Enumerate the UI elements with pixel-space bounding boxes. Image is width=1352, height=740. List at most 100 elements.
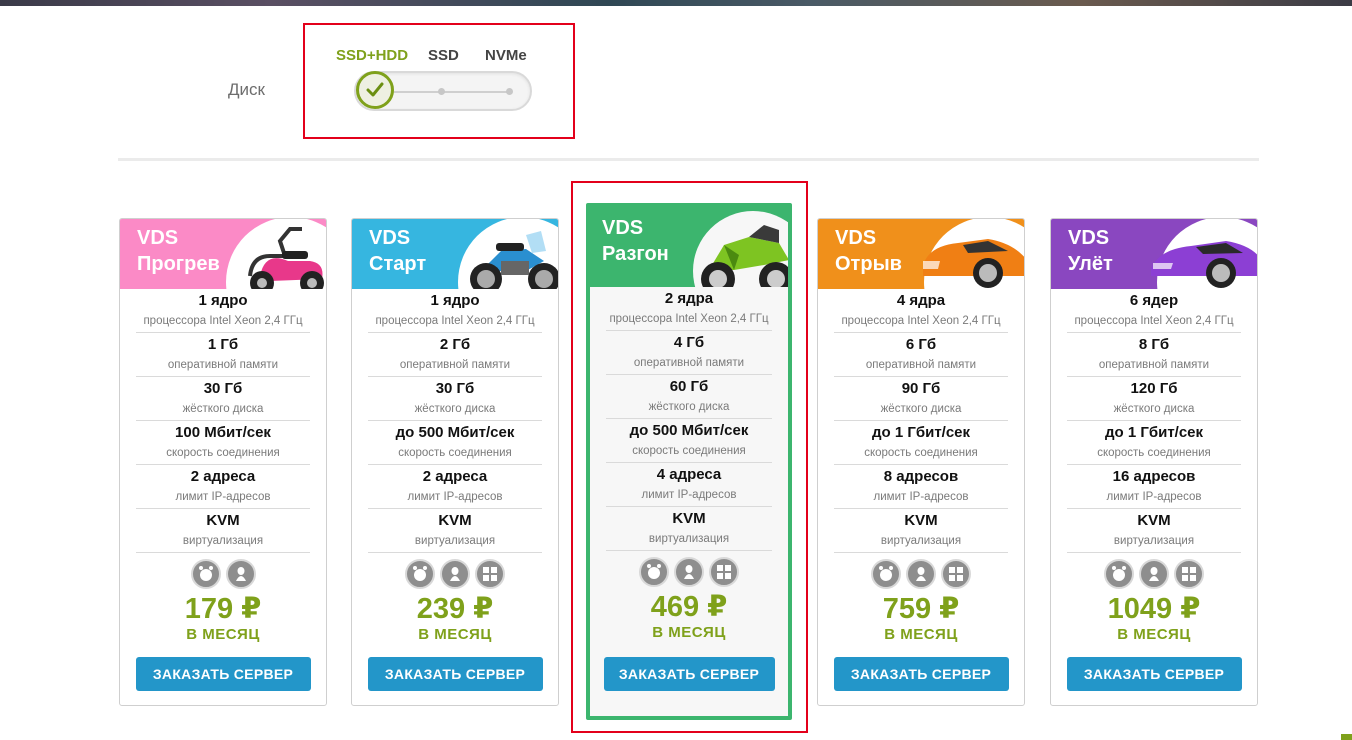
plan-title-line1: VDS [369,227,411,249]
slider-stop-ssd[interactable] [438,88,445,95]
spec-disk-value: 60 Гб [669,378,709,395]
spec-ip-label: лимит IP-адресов [407,491,503,503]
spec-cpu-label: процессора Intel Xeon 2,4 ГГц [375,315,535,327]
spec-cpu-value: 2 ядра [664,290,714,307]
spec-ip-value: 4 адреса [656,466,722,483]
spec-speed-label: скорость соединения [864,447,978,459]
price-period: В МЕСЯЦ [186,626,260,643]
disk-option-ssd[interactable]: SSD [428,47,459,64]
spec-ip-label: лимит IP-адресов [641,489,737,501]
spec-speed: до 500 Мбит/сек скорость соединения [368,421,542,465]
spec-disk: 120 Гб жёсткого диска [1067,377,1241,421]
spec-virtualization-label: виртуализация [414,535,496,547]
spec-ip-label: лимит IP-адресов [175,491,271,503]
slider-stop-nvme[interactable] [506,88,513,95]
spec-speed-value: до 500 Мбит/сек [629,422,749,439]
spec-disk-label: жёсткого диска [880,403,962,415]
freebsd-icon [405,559,435,589]
disk-type-slider[interactable] [354,71,532,111]
spec-virtualization: KVM виртуализация [606,507,772,551]
price-period: В МЕСЯЦ [884,626,958,643]
spec-ip-value: 16 адресов [1112,468,1196,485]
plan-specs: 1 ядро процессора Intel Xeon 2,4 ГГц 1 Гб о… [120,289,326,553]
os-icons [590,557,788,587]
freebsd-icon [639,557,669,587]
spec-disk-value: 30 Гб [435,380,475,397]
plan-title-line1: VDS [835,227,877,249]
spec-cpu-value: 1 ядро [430,292,480,309]
plan-title-line1: VDS [602,217,644,239]
spec-speed-label: скорость соединения [1097,447,1211,459]
disk-option-ssd-hdd[interactable]: SSD+HDD [336,47,408,64]
spec-ip: 4 адреса лимит IP-адресов [606,463,772,507]
order-server-button[interactable]: ЗАКАЗАТЬ СЕРВЕР [135,657,311,691]
spec-disk-label: жёсткого диска [414,403,496,415]
plan-price: 1049 ₽ [1107,593,1201,625]
plan-title: VDS Прогрев [137,225,220,277]
disk-option-nvme[interactable]: NVMe [485,47,527,64]
windows-icon [475,559,505,589]
corner-mark [1341,734,1352,740]
spec-disk-value: 30 Гб [203,380,243,397]
spec-ram-value: 4 Гб [673,334,705,351]
spec-disk: 60 Гб жёсткого диска [606,375,772,419]
spec-ram: 4 Гб оперативной памяти [606,331,772,375]
spec-cpu-label: процессора Intel Xeon 2,4 ГГц [841,315,1001,327]
plan-header: VDS Отрыв [818,219,1024,289]
slider-knob[interactable] [356,71,394,109]
spec-ram-value: 6 Гб [905,336,937,353]
spec-virtualization-value: KVM [672,510,706,527]
disk-type-options: SSD+HDD SSD NVMe [336,47,536,67]
top-banner-strip [0,0,1352,6]
spec-speed-label: скорость соединения [166,447,280,459]
order-server-button[interactable]: ЗАКАЗАТЬ СЕРВЕР [833,657,1009,691]
order-server-button[interactable]: ЗАКАЗАТЬ СЕРВЕР [367,657,543,691]
plan-header: VDS Прогрев [120,219,326,289]
plan-title: VDS Старт [369,225,426,277]
linux-icon [440,559,470,589]
linux-icon [225,559,256,589]
supercar-icon [1151,221,1257,289]
spec-ram-label: оперативной памяти [167,359,279,371]
plan-price: 239 ₽ [416,593,494,625]
spec-ram: 8 Гб оперативной памяти [1067,333,1241,377]
spec-speed: 100 Мбит/сек скорость соединения [136,421,310,465]
spec-disk-label: жёсткого диска [182,403,264,415]
spec-cpu: 4 ядра процессора Intel Xeon 2,4 ГГц [834,289,1008,333]
plan-specs: 6 ядер процессора Intel Xeon 2,4 ГГц 8 Гб о… [1051,289,1257,553]
check-icon [366,82,384,97]
plan-title: VDS Улёт [1068,225,1113,277]
plan-price: 759 ₽ [882,593,960,625]
spec-speed-value: до 1 Гбит/сек [871,424,971,441]
order-server-button[interactable]: ЗАКАЗАТЬ СЕРВЕР [603,657,775,691]
windows-icon [1174,559,1204,589]
spec-virtualization-value: KVM [904,512,938,529]
spec-ram-label: оперативной памяти [865,359,977,371]
freebsd-icon [1104,559,1134,589]
spec-virtualization-value: KVM [438,512,472,529]
os-icons [120,559,326,589]
plan-card: VDS Улёт 6 ядер процессора Intel Xeon 2,4 Г… [1050,218,1258,706]
spec-cpu-value: 4 ядра [896,292,946,309]
sport-motorcycle-icon [694,215,788,287]
spec-disk-value: 120 Гб [1130,380,1178,397]
spec-disk: 30 Гб жёсткого диска [368,377,542,421]
spec-virtualization: KVM виртуализация [136,509,310,553]
spec-speed-value: 100 Мбит/сек [175,424,271,441]
spec-speed-value: до 500 Мбит/сек [395,424,515,441]
plan-specs: 4 ядра процессора Intel Xeon 2,4 ГГц 6 Гб о… [818,289,1024,553]
plan-price: 469 ₽ [650,591,728,623]
plan-header: VDS Старт [352,219,558,289]
plan-price: 179 ₽ [184,593,262,625]
sports-car-icon [918,221,1024,289]
plan-specs: 2 ядра процессора Intel Xeon 2,4 ГГц 4 Гб о… [590,287,788,551]
plan-title-line1: VDS [137,227,179,249]
spec-ip-value: 2 адреса [190,468,256,485]
spec-ram-value: 8 Гб [1138,336,1170,353]
price-period: В МЕСЯЦ [652,624,726,641]
spec-virtualization-value: KVM [1137,512,1171,529]
spec-ram-label: оперативной памяти [1098,359,1210,371]
spec-ram-label: оперативной памяти [633,357,745,369]
price-period: В МЕСЯЦ [1117,626,1191,643]
order-server-button[interactable]: ЗАКАЗАТЬ СЕРВЕР [1066,657,1242,691]
